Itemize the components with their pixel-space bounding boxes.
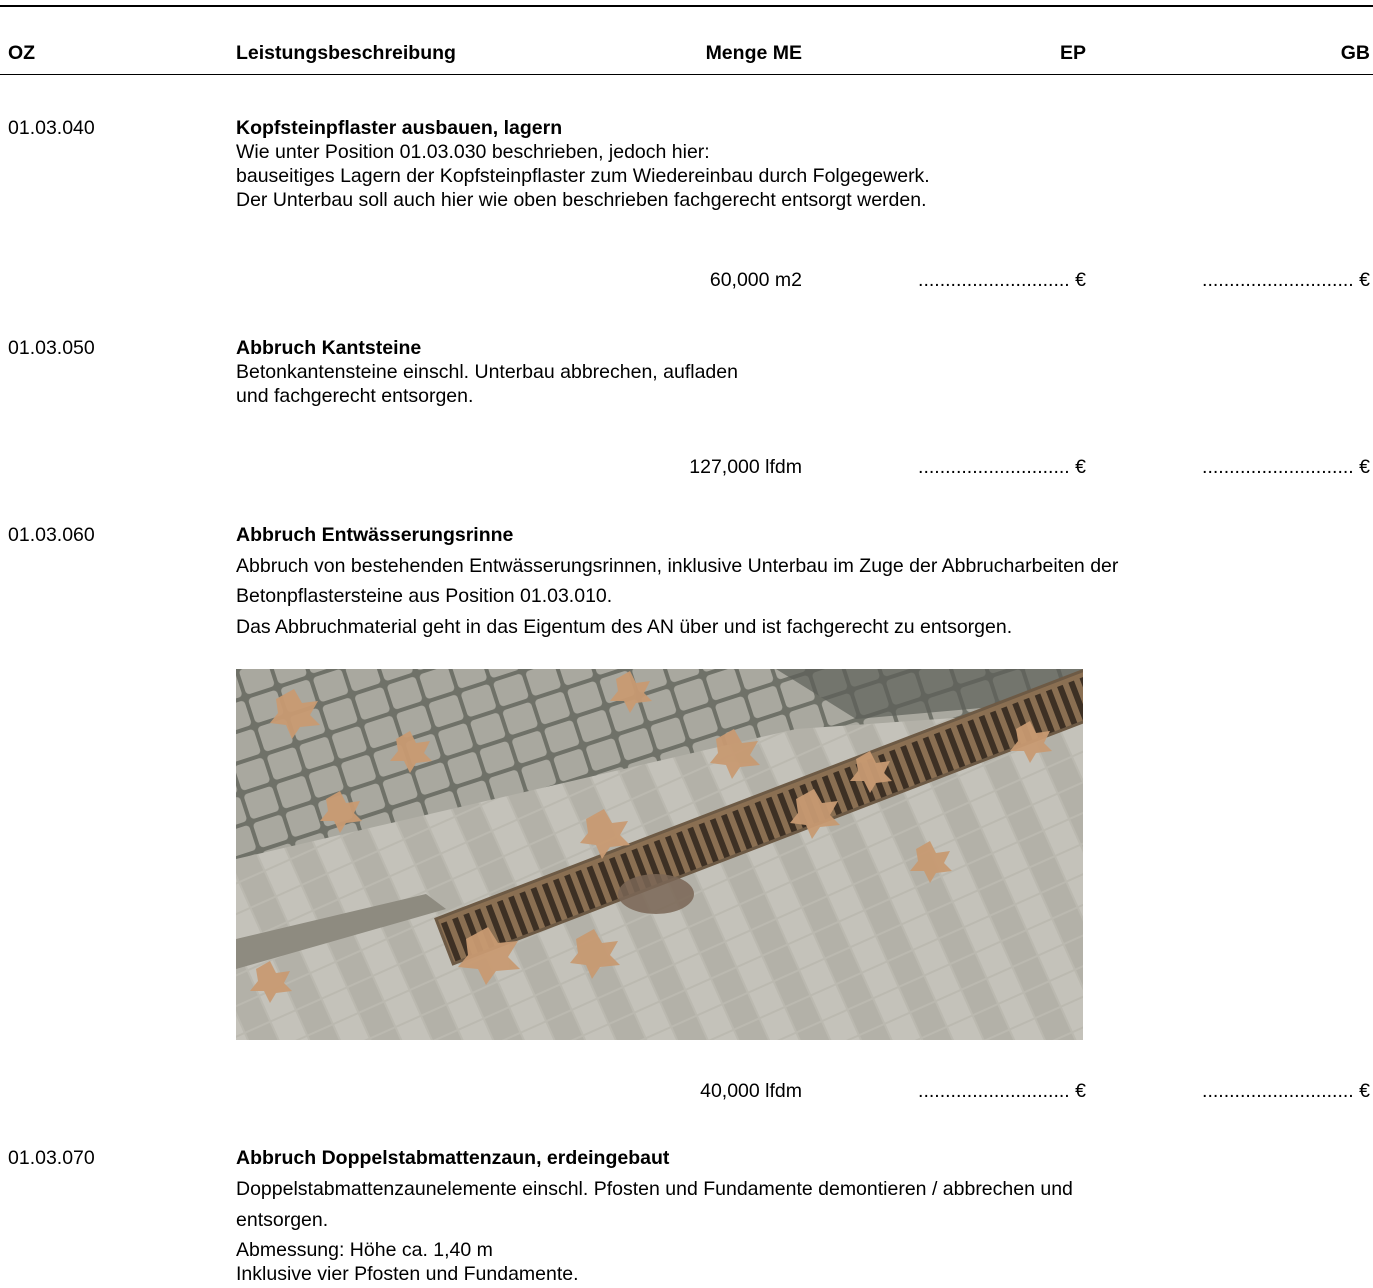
- position-text-line: entsorgen.: [236, 1209, 329, 1231]
- position-text-line: Der Unterbau soll auch hier wie oben bes…: [236, 189, 927, 211]
- position-text-line: Abmessung: Höhe ca. 1,40 m: [236, 1239, 493, 1261]
- position-gb-field: ............................ €: [1202, 269, 1370, 291]
- header-ep: EP: [1059, 42, 1086, 64]
- position-quantity: 127,000 lfdm: [689, 456, 802, 478]
- header-rule: [0, 74, 1373, 75]
- position-text-line: Betonpflastersteine aus Position 01.03.0…: [236, 585, 613, 607]
- position-title: Abbruch Doppelstabmattenzaun, erdeingeba…: [236, 1147, 670, 1169]
- header-gb: GB: [1340, 42, 1370, 64]
- position-ep-field: ............................ €: [918, 1080, 1086, 1102]
- position-ep-field: ............................ €: [918, 269, 1086, 291]
- position-oz: 01.03.040: [8, 117, 95, 139]
- position-text-line: Betonkantensteine einschl. Unterbau abbr…: [236, 361, 738, 383]
- position-oz: 01.03.070: [8, 1147, 95, 1169]
- position-title: Abbruch Entwässerungsrinne: [236, 524, 514, 546]
- position-text-line: Wie unter Position 01.03.030 beschrieben…: [236, 141, 710, 163]
- position-quantity: 60,000 m2: [709, 269, 802, 291]
- position-oz: 01.03.050: [8, 337, 95, 359]
- drainage-channel-illustration: [236, 669, 1083, 1040]
- position-title: Kopfsteinpflaster ausbauen, lagern: [236, 117, 563, 139]
- top-rule: [0, 5, 1373, 7]
- position-text-line: Abbruch von bestehenden Entwässerungsrin…: [236, 555, 1119, 577]
- position-title: Abbruch Kantsteine: [236, 337, 422, 359]
- header-description: Leistungsbeschreibung: [236, 42, 456, 64]
- position-quantity: 40,000 lfdm: [700, 1080, 802, 1102]
- position-text-line: Das Abbruchmaterial geht in das Eigentum…: [236, 616, 1013, 638]
- position-text-line: und fachgerecht entsorgen.: [236, 385, 474, 407]
- position-text-line: Doppelstabmattenzaunelemente einschl. Pf…: [236, 1178, 1073, 1200]
- position-oz: 01.03.060: [8, 524, 95, 546]
- position-gb-field: ............................ €: [1202, 456, 1370, 478]
- header-quantity-unit: Menge ME: [705, 42, 802, 64]
- position-text-line: bauseitiges Lagern der Kopfsteinpflaster…: [236, 165, 930, 187]
- lv-page: OZ Leistungsbeschreibung Menge ME EP GB …: [0, 0, 1373, 1288]
- position-text-line: Inklusive vier Pfosten und Fundamente.: [236, 1263, 579, 1285]
- header-oz: OZ: [8, 42, 36, 64]
- drainage-channel-photo: [236, 669, 1083, 1040]
- position-gb-field: ............................ €: [1202, 1080, 1370, 1102]
- position-ep-field: ............................ €: [918, 456, 1086, 478]
